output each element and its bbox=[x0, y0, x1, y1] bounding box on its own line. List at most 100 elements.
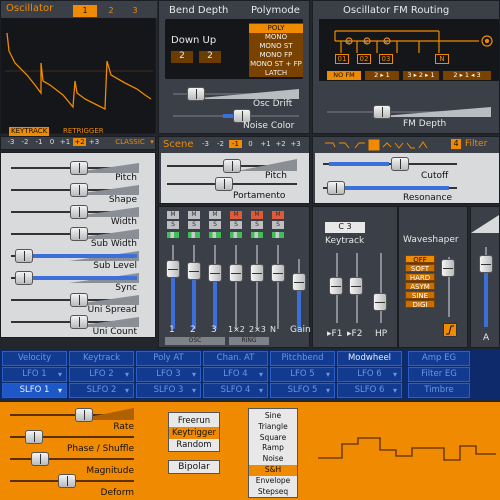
route-indicator[interactable] bbox=[209, 232, 221, 238]
scene-octave-button[interactable]: +3 bbox=[289, 140, 302, 148]
bend-up-value[interactable]: 2 bbox=[199, 51, 221, 63]
waveshaper-item[interactable]: ASYM bbox=[405, 282, 435, 291]
polymode-item[interactable]: MONO FP bbox=[249, 51, 303, 60]
osc-octave-+2[interactable]: +2 bbox=[73, 138, 86, 146]
osc-tab-3[interactable]: 3 bbox=[125, 5, 145, 17]
mod-source-row3-6[interactable]: Timbre bbox=[408, 383, 470, 398]
solo-button[interactable]: S bbox=[251, 221, 263, 229]
mod-source-row1-5[interactable]: Modwheel bbox=[337, 351, 402, 366]
fm-route-button[interactable]: 3 ▸ 2 ▸ 1 bbox=[403, 71, 439, 80]
waveshaper-item[interactable]: HARD bbox=[405, 273, 435, 282]
polymode-item[interactable]: MONO ST + FP bbox=[249, 60, 303, 69]
mute-button[interactable]: M bbox=[251, 211, 263, 219]
lfo-param-0-slider[interactable] bbox=[10, 408, 134, 422]
chevron-down-icon[interactable]: ▾ bbox=[259, 368, 263, 381]
mod-source-row3-5[interactable]: SLFO 6 ▾ bbox=[337, 383, 402, 398]
lfo-shape-item[interactable]: Noise bbox=[249, 454, 297, 465]
lfo-shape-item[interactable]: Triangle bbox=[249, 422, 297, 433]
channel-level-slider[interactable] bbox=[271, 264, 285, 282]
solo-button[interactable]: S bbox=[188, 221, 200, 229]
mod-source-row1-6[interactable]: Amp EG bbox=[408, 351, 470, 366]
scene-octave-button[interactable]: +1 bbox=[259, 140, 272, 148]
lfo-param-1-slider[interactable] bbox=[10, 430, 134, 444]
mute-button[interactable]: M bbox=[272, 211, 284, 219]
osc-octave-+3[interactable]: +3 bbox=[88, 138, 100, 146]
trigger-mode-item[interactable]: Freerun bbox=[169, 415, 219, 427]
mod-source-row3-0[interactable]: SLFO 1 ▾ bbox=[2, 383, 67, 398]
waveshaper-item[interactable]: SINE bbox=[405, 291, 435, 300]
keytrack-value[interactable]: C 3 bbox=[325, 222, 365, 233]
waveshaper-item[interactable]: OFF bbox=[405, 255, 435, 264]
chevron-down-icon[interactable]: ▾ bbox=[58, 368, 62, 381]
trigger-mode-item[interactable]: Random bbox=[169, 439, 219, 451]
mute-button[interactable]: M bbox=[188, 211, 200, 219]
channel-level-slider[interactable] bbox=[229, 264, 243, 282]
output-amp-slider[interactable] bbox=[479, 255, 493, 273]
trigger-mode-item[interactable]: Keytrigger bbox=[169, 427, 219, 439]
lfo-shape-item[interactable]: Sine bbox=[249, 411, 297, 422]
mod-source-row2-5[interactable]: LFO 6 ▾ bbox=[337, 367, 402, 382]
lfo-shape-item[interactable]: S&H bbox=[249, 465, 297, 476]
chevron-down-icon[interactable]: ▾ bbox=[393, 368, 397, 381]
mod-source-row1-4[interactable]: Pitchbend bbox=[270, 351, 335, 366]
mod-source-row2-4[interactable]: LFO 5 ▾ bbox=[270, 367, 335, 382]
waveshaper-item[interactable]: DIGI bbox=[405, 300, 435, 309]
waveshaper-curve-icon[interactable] bbox=[443, 323, 457, 337]
lfo-param-2-slider[interactable] bbox=[10, 452, 134, 466]
osc-tab-2[interactable]: 2 bbox=[101, 5, 121, 17]
chevron-down-icon[interactable]: ▾ bbox=[326, 368, 330, 381]
chevron-down-icon[interactable]: ▾ bbox=[259, 384, 263, 397]
channel-level-slider[interactable] bbox=[187, 262, 201, 280]
f1-keytrack-slider[interactable] bbox=[329, 277, 343, 295]
osc-octave--3[interactable]: -3 bbox=[5, 138, 17, 146]
filter-type-icons[interactable] bbox=[323, 139, 443, 151]
polymode-item[interactable]: MONO bbox=[249, 33, 303, 42]
bipolar-button[interactable]: Bipolar bbox=[168, 460, 220, 474]
mod-source-row3-3[interactable]: SLFO 4 ▾ bbox=[203, 383, 268, 398]
f2-keytrack-slider[interactable] bbox=[349, 277, 363, 295]
route-indicator[interactable] bbox=[167, 232, 179, 238]
filter-number[interactable]: 4 bbox=[451, 139, 461, 149]
retrigger-toggle[interactable]: RETRIGGER bbox=[63, 127, 104, 136]
osc-mode-select[interactable]: CLASSIC bbox=[111, 138, 149, 146]
polymode-item[interactable]: MONO ST bbox=[249, 42, 303, 51]
solo-button[interactable]: S bbox=[230, 221, 242, 229]
mod-source-row2-3[interactable]: LFO 4 ▾ bbox=[203, 367, 268, 382]
mod-source-row3-1[interactable]: SLFO 2 ▾ bbox=[69, 383, 134, 398]
chevron-down-icon[interactable]: ▾ bbox=[149, 138, 155, 146]
lfo-shape-item[interactable]: Ramp bbox=[249, 443, 297, 454]
mod-source-row2-2[interactable]: LFO 3 ▾ bbox=[136, 367, 201, 382]
chevron-down-icon[interactable]: ▾ bbox=[125, 368, 129, 381]
channel-level-slider[interactable] bbox=[208, 264, 222, 282]
mod-source-row3-2[interactable]: SLFO 3 ▾ bbox=[136, 383, 201, 398]
fm-route-button[interactable]: 2 ▸ 1 ◂ 3 bbox=[443, 71, 491, 80]
lfo-param-3-slider[interactable] bbox=[10, 474, 134, 488]
channel-level-slider[interactable] bbox=[166, 260, 180, 278]
chevron-down-icon[interactable]: ▾ bbox=[326, 384, 330, 397]
mod-source-row2-1[interactable]: LFO 2 ▾ bbox=[69, 367, 134, 382]
chevron-down-icon[interactable]: ▾ bbox=[125, 384, 129, 397]
chevron-down-icon[interactable]: ▾ bbox=[58, 384, 62, 397]
scene-octave-button[interactable]: 0 bbox=[244, 140, 257, 148]
osc-octave-0[interactable]: 0 bbox=[47, 138, 57, 146]
lfo-shape-item[interactable]: Square bbox=[249, 433, 297, 444]
waveshaper-drive-slider[interactable] bbox=[441, 259, 455, 277]
mod-source-row1-0[interactable]: Velocity bbox=[2, 351, 67, 366]
gain-slider[interactable] bbox=[292, 273, 306, 291]
fm-route-button[interactable]: NO FM bbox=[327, 71, 361, 80]
osc-octave--2[interactable]: -2 bbox=[19, 138, 31, 146]
scene-octave-button[interactable]: -1 bbox=[229, 140, 242, 148]
route-indicator[interactable] bbox=[230, 232, 242, 238]
waveshaper-item[interactable]: SOFT bbox=[405, 264, 435, 273]
route-indicator[interactable] bbox=[251, 232, 263, 238]
polymode-item[interactable]: POLY bbox=[249, 24, 303, 33]
osc-octave-+1[interactable]: +1 bbox=[59, 138, 71, 146]
lfo-shape-item[interactable]: Envelope bbox=[249, 476, 297, 487]
chevron-down-icon[interactable]: ▾ bbox=[393, 384, 397, 397]
hp-slider[interactable] bbox=[373, 293, 387, 311]
chevron-down-icon[interactable]: ▾ bbox=[192, 368, 196, 381]
lfo-shape-item[interactable]: Stepseq bbox=[249, 487, 297, 498]
fm-depth-slider[interactable] bbox=[327, 105, 491, 119]
osc-tab-1[interactable]: 1 bbox=[73, 5, 97, 17]
portamento-slider[interactable] bbox=[167, 177, 297, 191]
